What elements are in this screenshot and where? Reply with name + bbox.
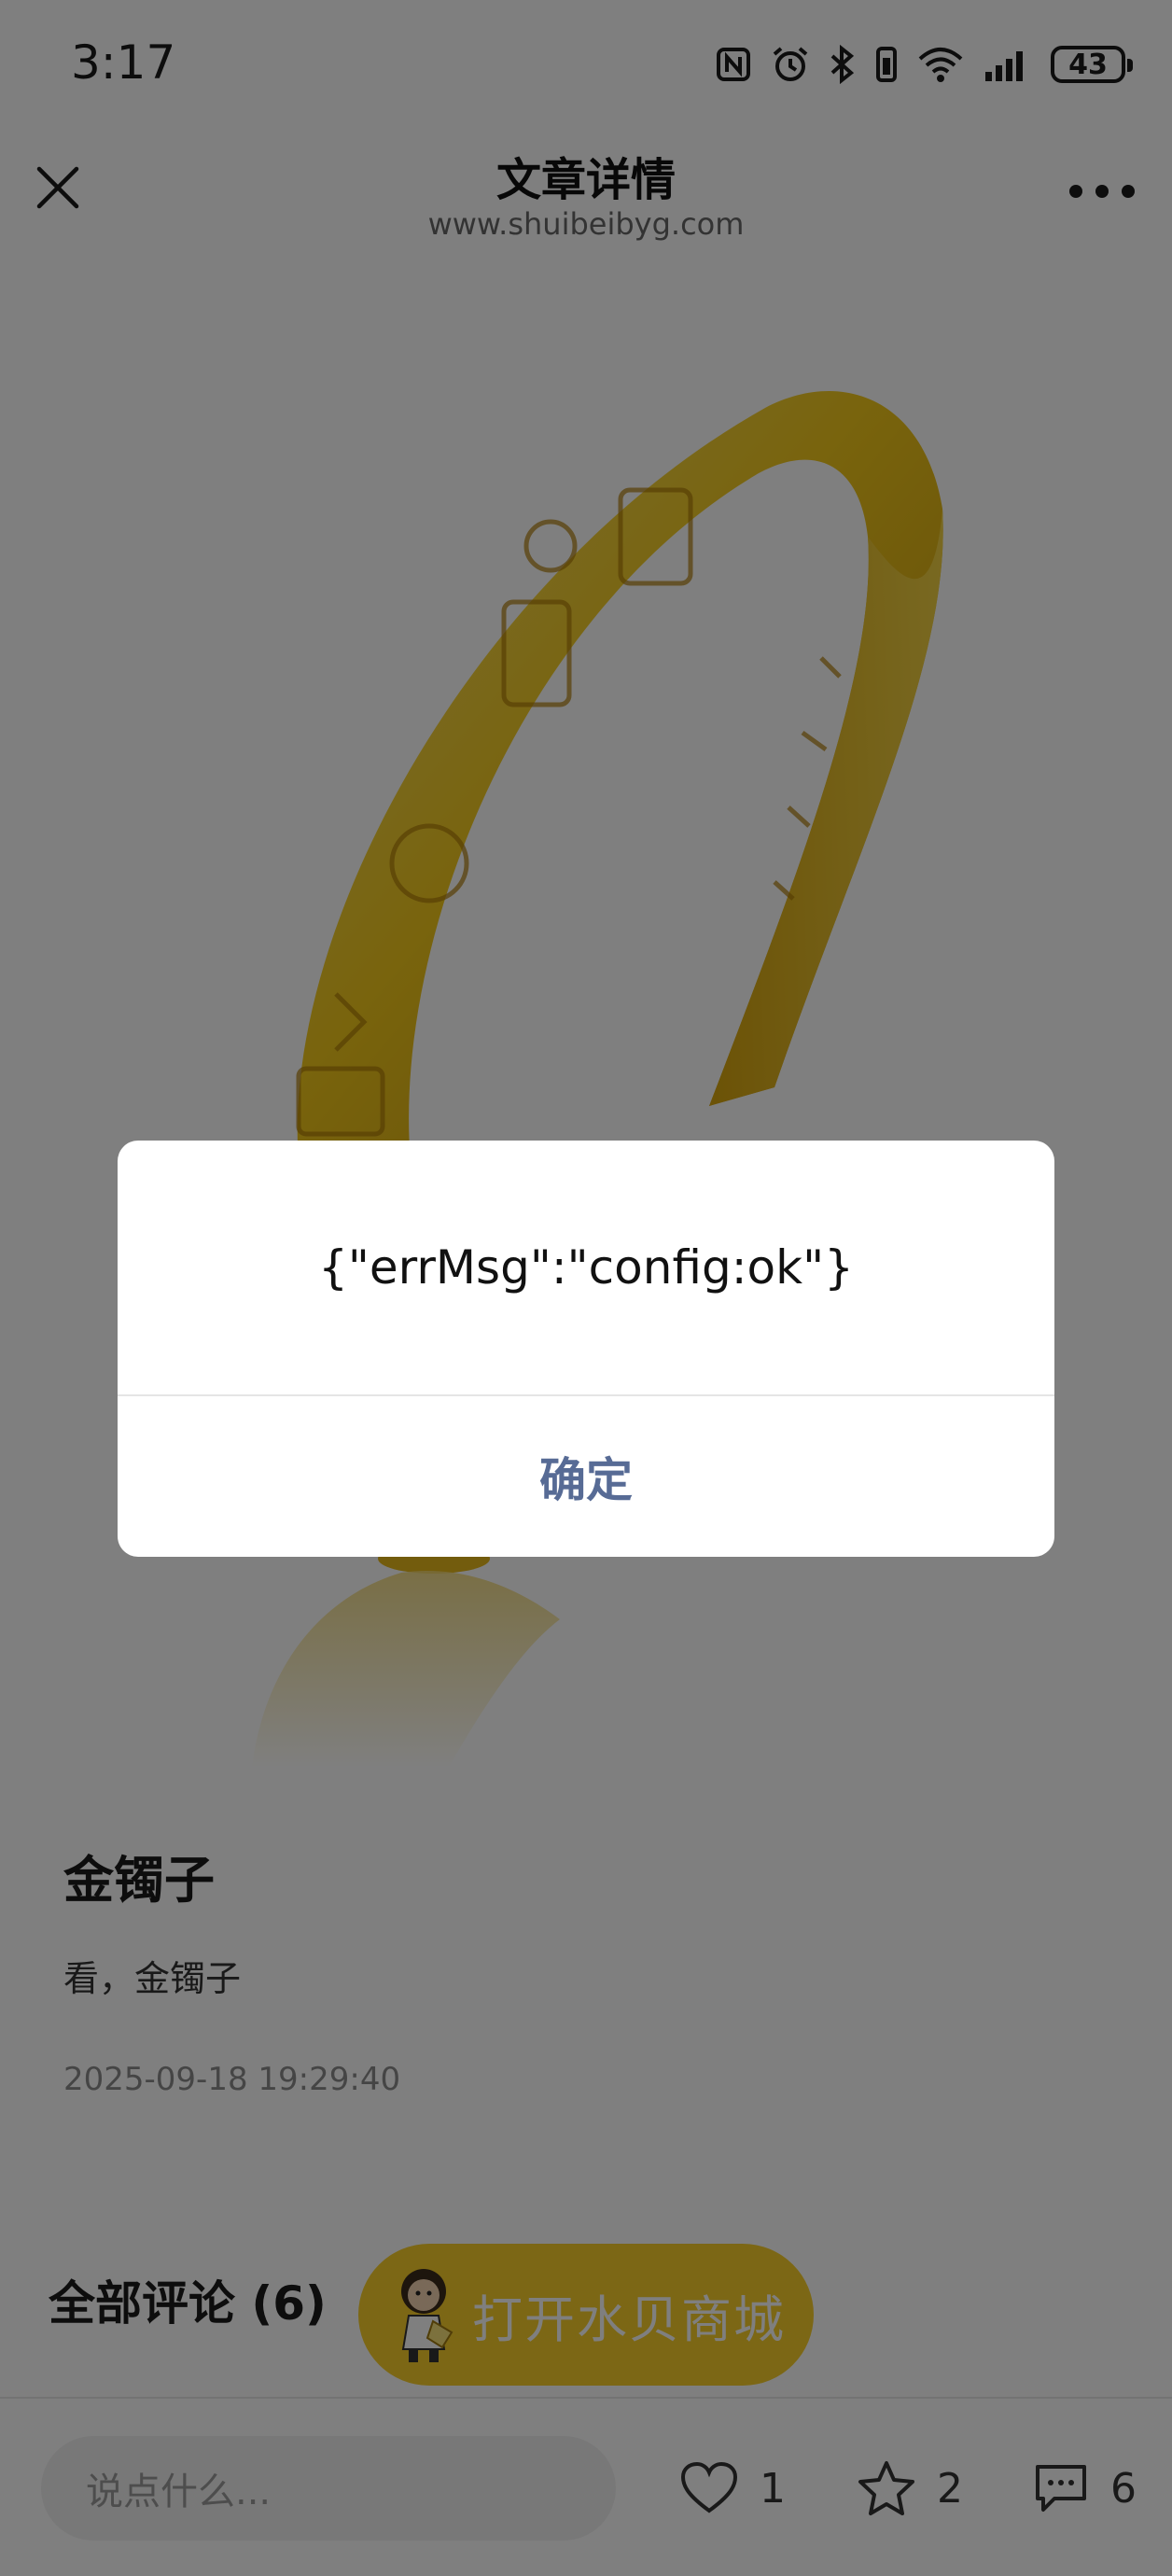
confirm-button[interactable]: 确定 [118,1396,1054,1557]
alert-dialog: {"errMsg":"config:ok"} 确定 [118,1141,1054,1557]
dialog-message: {"errMsg":"config:ok"} [318,1240,854,1295]
